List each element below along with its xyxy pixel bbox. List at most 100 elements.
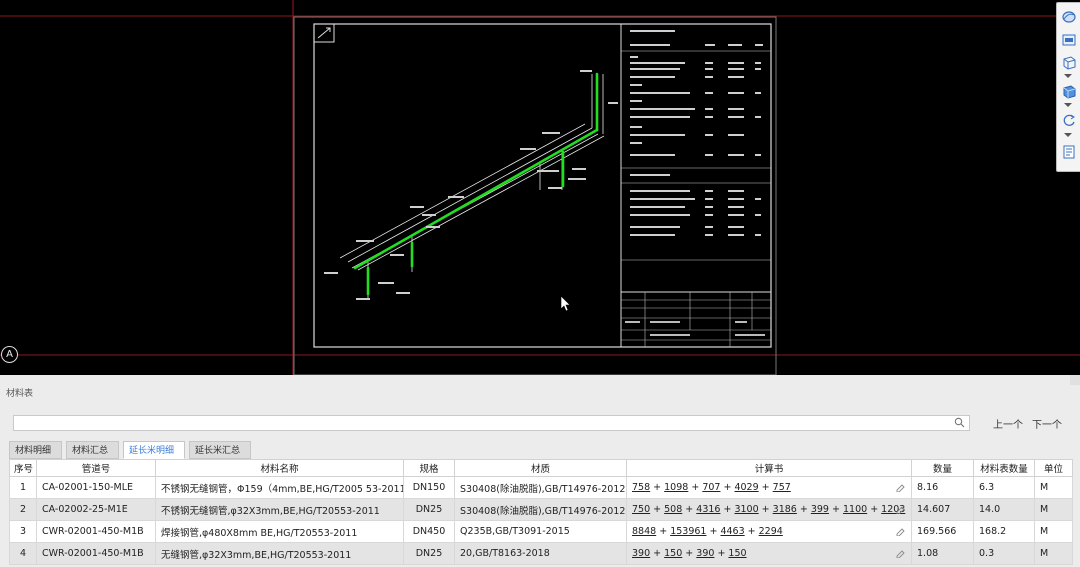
calc-cell[interactable]: 758 + 1098 + 707 + 4029 + 757 (626, 476, 912, 499)
unit-cell: M (1034, 520, 1073, 543)
material-name: 焊接钢管,φ480X8mm BE,HG/T20553-2011 (155, 520, 404, 543)
col-header[interactable]: 材料名称 (155, 459, 404, 477)
calc-term-link[interactable]: 3100 (734, 504, 758, 515)
solid-cube-icon[interactable] (1060, 82, 1078, 100)
calc-term-link[interactable]: 3186 (773, 504, 797, 515)
report-icon[interactable] (1060, 143, 1078, 161)
col-header[interactable]: 材料表数量 (973, 459, 1035, 477)
calc-term-link[interactable]: 153961 (670, 526, 706, 537)
edit-icon[interactable] (895, 504, 905, 514)
material-name: 不锈钢无缝钢管，Φ159（4mm,BE,HG/T2005 53-2011 (155, 476, 404, 499)
calc-term-link[interactable]: 757 (773, 482, 791, 493)
chevron-down-icon[interactable] (1064, 133, 1072, 137)
quantity-cell: 169.566 (911, 520, 974, 543)
edit-icon[interactable] (895, 548, 905, 558)
view-toolbar (1056, 2, 1080, 172)
calc-term-link[interactable]: 750 (632, 504, 650, 515)
calc-term-link[interactable]: 1098 (664, 482, 688, 493)
material-table: 序号 管道号 材料名称 规格 材质 计算书 数量 材料表数量 单位 1 CA-02… (9, 459, 1073, 565)
col-header[interactable]: 计算书 (626, 459, 912, 477)
cad-viewport[interactable]: A (0, 0, 1080, 375)
next-button[interactable]: 下一个 (1032, 416, 1062, 431)
tab-material-detail[interactable]: 材料明细表 (9, 441, 62, 474)
quantity-cell: 8.16 (911, 476, 974, 499)
tab-length-detail[interactable]: 延长米明细表 (123, 441, 185, 474)
calc-term-link[interactable]: 4463 (720, 526, 744, 537)
table-quantity-cell: 6.3 (973, 476, 1035, 499)
spec-cell: DN25 (403, 498, 455, 521)
calc-term-link[interactable]: 2294 (759, 526, 783, 537)
material-grade: S30408(除油脱脂),GB/T14976-2012 (454, 476, 627, 499)
calc-term-link[interactable]: 150 (664, 548, 682, 559)
axis-label: A (6, 349, 13, 360)
calc-term-link[interactable]: 707 (702, 482, 720, 493)
tab-material-summary[interactable]: 材料汇总表 (66, 441, 119, 474)
row-index: 3 (9, 520, 37, 543)
table-quantity-cell: 0.3 (973, 542, 1035, 565)
material-name: 不锈钢无缝钢管,φ32X3mm,BE,HG/T20553-2011 (155, 498, 404, 521)
calc-term-link[interactable]: 390 (632, 548, 650, 559)
table-header-row: 序号 管道号 材料名称 规格 材质 计算书 数量 材料表数量 单位 (9, 459, 1073, 477)
pipe-number: CWR-02001-450-M1B (36, 520, 156, 543)
table-row[interactable]: 2 CA-02002-25-M1E 不锈钢无缝钢管,φ32X3mm,BE,HG/T2… (9, 498, 1073, 521)
col-header[interactable]: 管道号 (36, 459, 156, 477)
chevron-down-icon[interactable] (1064, 74, 1072, 78)
unit-cell: M (1034, 476, 1073, 499)
unit-cell: M (1034, 498, 1073, 521)
material-panel: 材料表 上一个 下一个 材料明细表 材料汇总表 延长米明细表 延长米汇总表 序号… (0, 375, 1080, 567)
search-input[interactable] (13, 415, 970, 431)
calc-term-link[interactable]: 4029 (734, 482, 758, 493)
unit-cell: M (1034, 542, 1073, 565)
search-icon[interactable] (954, 417, 965, 428)
calc-term-link[interactable]: 399 (811, 504, 829, 515)
edit-icon[interactable] (895, 526, 905, 536)
table-row[interactable]: 3 CWR-02001-450-M1B 焊接钢管,φ480X8mm BE,HG/T2… (9, 520, 1073, 543)
material-name: 无缝钢管,φ32X3mm,BE,HG/T20553-2011 (155, 542, 404, 565)
material-grade: S30408(除油脱脂),GB/T14976-2012 (454, 498, 627, 521)
tab-length-summary[interactable]: 延长米汇总表 (189, 441, 251, 474)
calc-cell[interactable]: 8848 + 153961 + 4463 + 2294 (626, 520, 912, 543)
row-index: 4 (9, 542, 37, 565)
box-view-icon[interactable] (1060, 53, 1078, 71)
row-index: 2 (9, 498, 37, 521)
isometric-drawing (0, 0, 1080, 375)
panel-title: 材料表 (6, 389, 34, 399)
quantity-cell: 1.08 (911, 542, 974, 565)
prev-button[interactable]: 上一个 (993, 416, 1023, 431)
close-icon[interactable] (1070, 375, 1080, 385)
calc-term-link[interactable]: 508 (664, 504, 682, 515)
calc-cell[interactable]: 750 + 508 + 4316 + 3100 + 3186 + 399 + 1… (626, 498, 912, 521)
chevron-down-icon[interactable] (1064, 103, 1072, 107)
quantity-cell: 14.607 (911, 498, 974, 521)
calc-term-link[interactable]: 390 (696, 548, 714, 559)
row-index: 1 (9, 476, 37, 499)
rotate-icon[interactable] (1060, 111, 1078, 129)
spec-cell: DN25 (403, 542, 455, 565)
col-header[interactable]: 序号 (9, 459, 37, 477)
edit-icon[interactable] (895, 482, 905, 492)
spec-cell: DN150 (403, 476, 455, 499)
col-header[interactable]: 规格 (403, 459, 455, 477)
table-quantity-cell: 168.2 (973, 520, 1035, 543)
spec-cell: DN450 (403, 520, 455, 543)
col-header[interactable]: 材质 (454, 459, 627, 477)
calc-term-link[interactable]: 758 (632, 482, 650, 493)
calc-term-link[interactable]: 8848 (632, 526, 656, 537)
pipe-number: CWR-02001-450-M1B (36, 542, 156, 565)
table-row[interactable]: 4 CWR-02001-450-M1B 无缝钢管,φ32X3mm,BE,HG/T20… (9, 542, 1073, 565)
pipe-number: CA-02002-25-M1E (36, 498, 156, 521)
table-quantity-cell: 14.0 (973, 498, 1035, 521)
axis-marker: A (1, 346, 18, 363)
calc-term-link[interactable]: 1100 (843, 504, 867, 515)
material-grade: Q235B,GB/T3091-2015 (454, 520, 627, 543)
calc-term-link[interactable]: 4316 (696, 504, 720, 515)
calc-term-link[interactable]: 150 (728, 548, 746, 559)
pipe-number: CA-02001-150-MLE (36, 476, 156, 499)
material-grade: 20,GB/T8163-2018 (454, 542, 627, 565)
col-header[interactable]: 单位 (1034, 459, 1073, 477)
col-header[interactable]: 数量 (911, 459, 974, 477)
ellipse-view-icon[interactable] (1060, 8, 1078, 26)
layer-icon[interactable] (1060, 31, 1078, 49)
calc-cell[interactable]: 390 + 150 + 390 + 150 (626, 542, 912, 565)
table-row[interactable]: 1 CA-02001-150-MLE 不锈钢无缝钢管，Φ159（4mm,BE,HG/… (9, 476, 1073, 499)
